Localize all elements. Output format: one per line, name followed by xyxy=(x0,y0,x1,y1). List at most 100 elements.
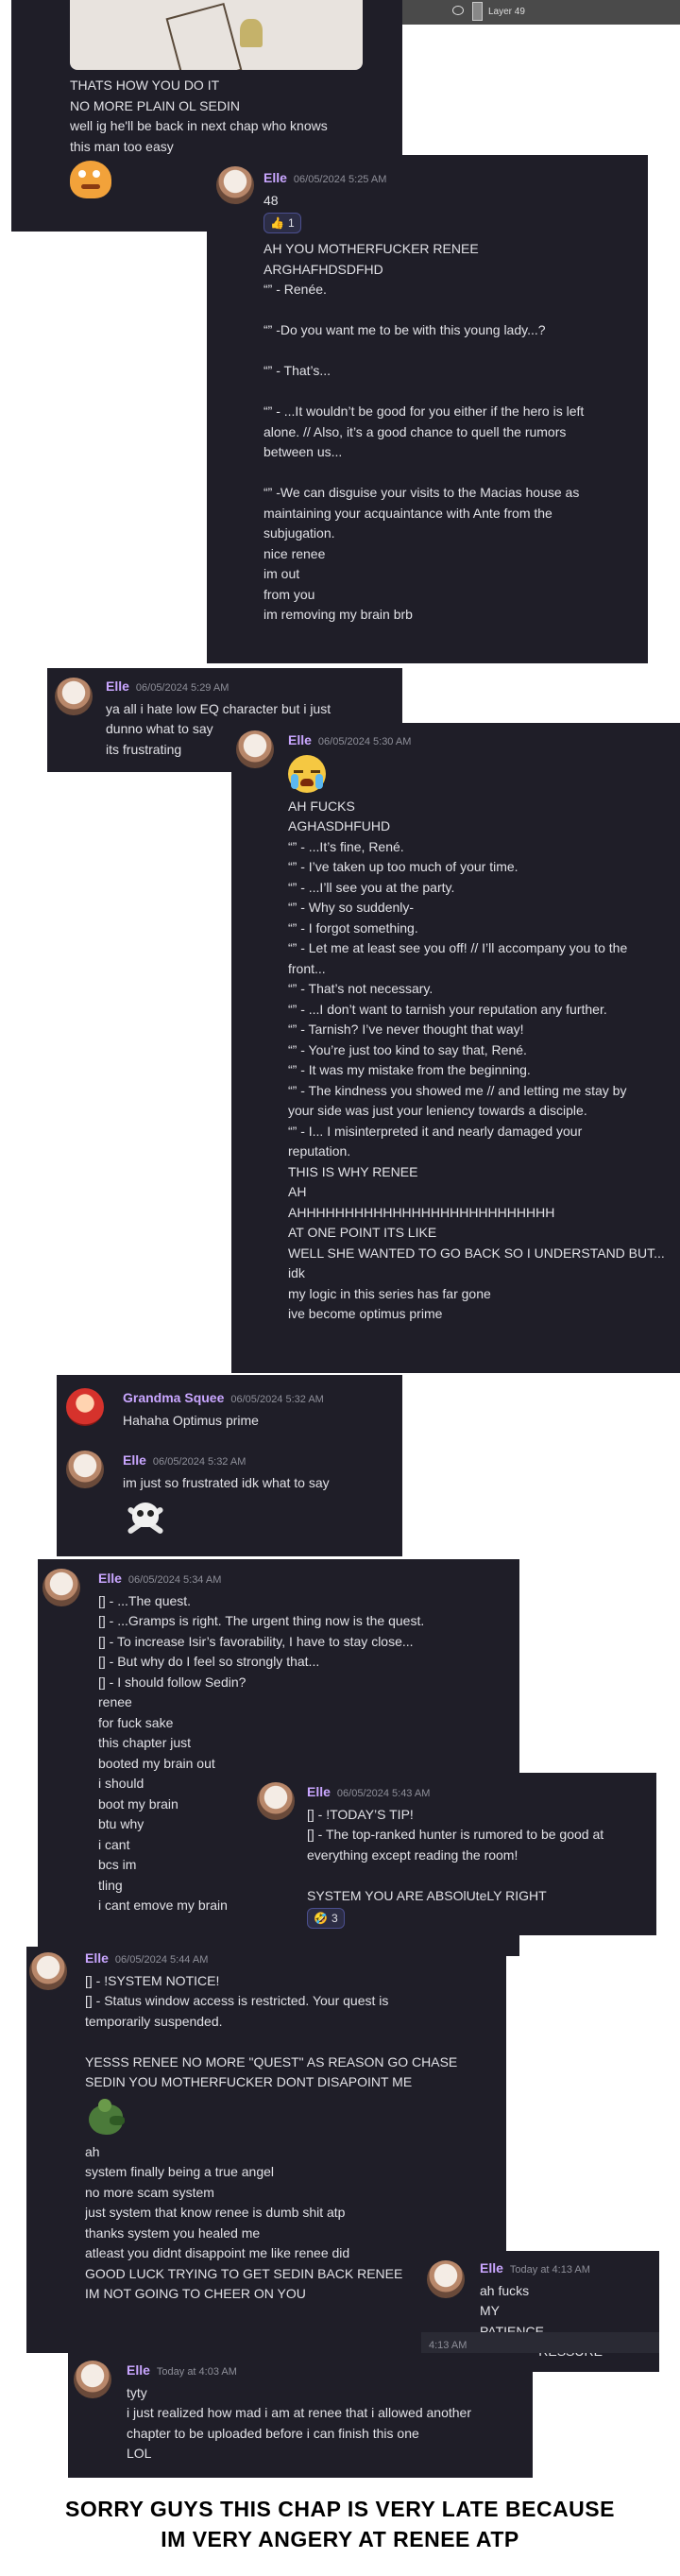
message-lines: [] - !TODAY’S TIP! [] - The top-ranked hu… xyxy=(307,1805,649,1907)
message-line: [] - ...Gramps is right. The urgent thin… xyxy=(98,1613,425,1628)
message-line: WELL SHE WANTED TO GO BACK SO I UNDERSTA… xyxy=(288,1245,665,1261)
message-line: tyty xyxy=(127,2384,147,2400)
reaction-pill[interactable]: 🤣 3 xyxy=(307,1908,345,1929)
username[interactable]: Elle xyxy=(264,168,287,189)
reaction-count: 3 xyxy=(331,1912,338,1925)
message-line: “” -We can disguise your visits to the M… xyxy=(264,485,580,500)
message-line: THATS HOW YOU DO IT xyxy=(70,77,220,93)
message-lines: AH YOU MOTHERFUCKER RENEE ARGHAFHDSDFHD “”… xyxy=(264,239,640,626)
message-line: NO MORE PLAIN OL SEDIN xyxy=(70,97,240,113)
message-line: “” - ...It’s fine, René. xyxy=(288,838,404,854)
message-line: “” - Let me at least see you off! // I’l… xyxy=(288,940,628,955)
message-line: chapter to be uploaded before i can fini… xyxy=(127,2425,419,2441)
message-line: [] - ...The quest. xyxy=(98,1592,192,1608)
username[interactable]: Elle xyxy=(106,677,129,697)
message-line xyxy=(264,341,640,362)
eye-icon[interactable] xyxy=(452,6,464,15)
message-line: ah fucks xyxy=(480,2282,530,2298)
avatar[interactable] xyxy=(257,1782,295,1820)
timestamp: Today at 4:13 AM xyxy=(509,2264,590,2275)
message-line xyxy=(85,2032,499,2052)
username[interactable]: Elle xyxy=(480,2258,503,2279)
message-line: “” - You’re just too kind to say that, R… xyxy=(288,1041,527,1057)
message-line: [] - The top-ranked hunter is rumored to… xyxy=(307,1827,604,1842)
reaction-pill[interactable]: 👍 1 xyxy=(264,213,301,233)
layer-name[interactable]: Layer 49 xyxy=(488,6,525,19)
timestamp: Today at 4:03 AM xyxy=(156,2366,237,2378)
avatar[interactable] xyxy=(74,2361,111,2398)
avatar[interactable] xyxy=(236,730,274,768)
message-line: reputation. xyxy=(288,1143,351,1159)
message-line: temporarily suspended. xyxy=(85,2013,223,2029)
message-line: your side was just your leniency towards… xyxy=(288,1103,587,1118)
message-line: [] - To increase Isir’s favorability, I … xyxy=(98,1633,414,1649)
message-line: “” - Renée. xyxy=(264,282,327,297)
timestamp: 06/05/2024 5:29 AM xyxy=(135,682,230,694)
message-lines: [] - !SYSTEM NOTICE! [] - Status window a… xyxy=(85,1971,499,2093)
chat-panel-2: Elle 06/05/2024 5:25 AM 48 👍 1 AH YOU MOTH… xyxy=(207,155,648,663)
message-line: YESSS RENEE NO MORE "QUEST" AS REASON GO… xyxy=(85,2053,458,2069)
avatar[interactable] xyxy=(42,1569,80,1606)
message-line: for fuck sake xyxy=(98,1714,174,1730)
skull-crossbones-icon xyxy=(123,1497,168,1544)
username[interactable]: Elle xyxy=(288,730,312,751)
message-line: “” - Tarnish? I’ve never thought that wa… xyxy=(288,1022,524,1037)
message-line: “” - ...I don’t want to tarnish your rep… xyxy=(288,1001,607,1017)
username[interactable]: Elle xyxy=(98,1569,122,1589)
avatar[interactable] xyxy=(216,166,254,204)
message-line: LOL xyxy=(127,2446,152,2461)
avatar[interactable] xyxy=(427,2260,465,2298)
timestamp: 06/05/2024 5:25 AM xyxy=(293,174,387,185)
username[interactable]: Elle xyxy=(85,1949,109,1969)
message-line: my logic in this series has far gone xyxy=(288,1285,491,1301)
username[interactable]: Grandma Squee xyxy=(123,1388,224,1409)
username[interactable]: Elle xyxy=(307,1782,331,1803)
message-line: “” - I’ve taken up too much of your time… xyxy=(288,859,518,874)
message-line: im out xyxy=(264,566,300,581)
avatar[interactable] xyxy=(55,678,93,715)
avatar[interactable] xyxy=(66,1451,104,1488)
message-line: “” - I... I misinterpreted it and nearly… xyxy=(288,1123,583,1139)
message-line: THIS IS WHY RENEE xyxy=(288,1163,418,1179)
message-lines: AH FUCKS AGHASDHFUHD “” - ...It’s fine, Re… xyxy=(288,797,672,1325)
message-line: [] - Status window access is restricted.… xyxy=(85,1993,389,2008)
message-line xyxy=(264,301,640,321)
message-line: AHHHHHHHHHHHHHHHHHHHHHHHHHHH xyxy=(288,1204,555,1220)
message-line: between us... xyxy=(264,444,343,459)
message-line xyxy=(264,463,640,484)
message-line: alone. // Also, it’s a good chance to qu… xyxy=(264,423,567,439)
message-line: [] - !TODAY’S TIP! xyxy=(307,1806,414,1822)
message-line: no more scam system xyxy=(85,2184,214,2200)
message-line: AH xyxy=(288,1184,307,1199)
message-line: AT ONE POINT ITS LIKE xyxy=(288,1225,437,1240)
message-line: MY xyxy=(480,2303,500,2318)
message-line: “” - ...I’ll see you at the party. xyxy=(288,879,455,895)
message-line: from you xyxy=(264,586,315,602)
layer-thumbnail xyxy=(472,2,483,21)
message-line: ive become optimus prime xyxy=(288,1306,443,1321)
timestamp: 06/05/2024 5:34 AM xyxy=(128,1574,222,1586)
chat-panel-5: Grandma Squee 06/05/2024 5:32 AM Hahaha O… xyxy=(57,1375,402,1556)
image-attachment[interactable] xyxy=(70,0,363,70)
message-line: “” - Why so suddenly- xyxy=(288,900,415,915)
message-line: 48 xyxy=(264,192,279,208)
thumbs-up-icon: 👍 xyxy=(270,216,284,230)
message-line: idk xyxy=(288,1265,305,1280)
caption-line-2: IM VERY ANGERY AT RENEE ATP xyxy=(161,2527,519,2551)
username[interactable]: Elle xyxy=(127,2361,150,2381)
message-line: ah xyxy=(85,2143,100,2159)
message-line: just system that know renee is dumb shit… xyxy=(85,2205,346,2220)
message-line: front... xyxy=(288,960,326,976)
message-line: “” - The kindness you showed me // and l… xyxy=(288,1082,627,1098)
avatar[interactable] xyxy=(66,1388,104,1426)
message-line: ya all i hate low EQ character but i jus… xyxy=(106,700,332,716)
chat-panel-9: ElleToday at 4:13 AM ah fucksMYPATIENCEB… xyxy=(421,2251,659,2372)
timestamp: 06/05/2024 5:44 AM xyxy=(114,1954,209,1966)
message-line: subjugation. xyxy=(264,525,335,541)
message-line: thanks system you healed me xyxy=(85,2224,261,2241)
avatar[interactable] xyxy=(29,1952,67,1990)
message-line: ARGHAFHDSDFHD xyxy=(264,261,383,277)
message-line xyxy=(307,1865,649,1886)
message-line: AH YOU MOTHERFUCKER RENEE xyxy=(264,241,479,256)
username[interactable]: Elle xyxy=(123,1451,146,1471)
